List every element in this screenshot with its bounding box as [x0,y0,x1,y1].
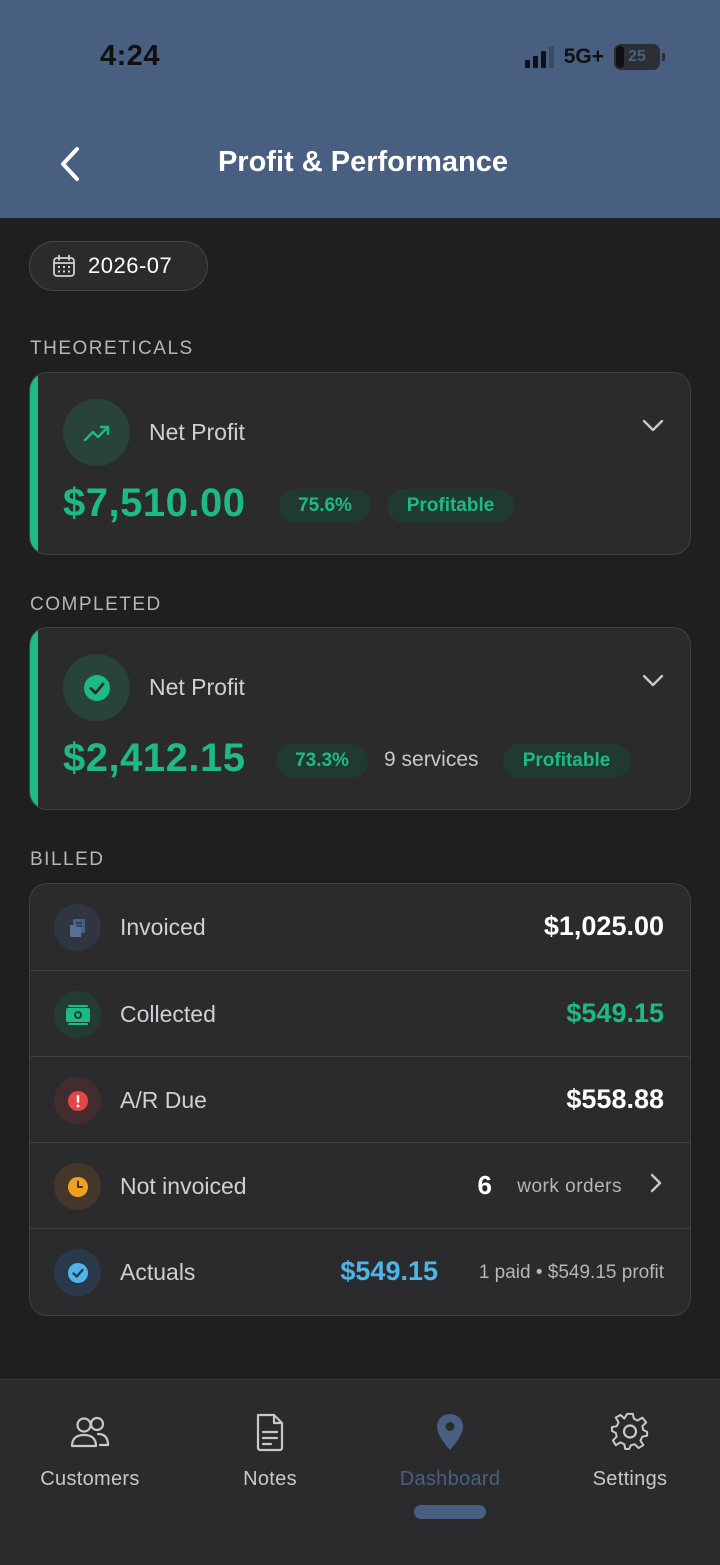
check-circle-icon [63,654,130,721]
battery-level: 25 [628,48,646,65]
not-invoiced-row[interactable]: Not invoiced 6 work orders [30,1142,690,1229]
status-badge: Profitable [387,489,514,523]
check-badge-icon [54,1249,101,1296]
signal-icon [524,46,554,68]
theoreticals-section-label: THEORETICALS [30,338,194,359]
home-indicator [414,1505,486,1519]
chevron-down-icon[interactable] [642,674,664,688]
card-accent-bar [30,373,38,554]
margin-badge: 73.3% [276,744,368,778]
trending-up-icon [63,399,130,466]
work-orders-count: 6 [477,1170,492,1200]
tab-settings[interactable]: Settings [540,1412,720,1491]
actuals-summary: 1 paid • $549.15 profit [478,1262,664,1283]
card-accent-bar [30,628,38,809]
tab-notes[interactable]: Notes [180,1412,360,1491]
app-header: 4:24 5G+ 25 Profit & Performance [0,0,720,218]
cash-icon [54,991,101,1038]
clock-icon [54,1163,101,1210]
collected-value: $549.15 [566,998,664,1028]
ar-due-row: A/R Due $558.88 [30,1056,690,1143]
completed-net-profit-card[interactable]: Net Profit $2,412.15 73.3% 9 services Pr… [29,627,691,810]
invoiced-value: $1,025.00 [543,911,664,941]
ar-due-label: A/R Due [120,1087,207,1113]
location-pin-icon [437,1414,463,1450]
collected-row: Collected $549.15 [30,970,690,1057]
actuals-row: Actuals $549.15 1 paid • $549.15 profit [30,1228,690,1315]
net-profit-amount: $7,510.00 [63,481,246,525]
not-invoiced-label: Not invoiced [120,1173,247,1199]
chevron-down-icon[interactable] [642,419,664,433]
invoiced-row: Invoiced $1,025.00 [30,884,690,971]
tab-dashboard[interactable]: Dashboard [360,1412,540,1491]
page-title: Profit & Performance [217,146,509,178]
status-time: 4:24 [100,40,161,72]
tab-customers[interactable]: Customers [0,1412,180,1491]
bottom-tab-bar: Customers Notes Dashboard Settings [0,1379,720,1565]
gear-icon [610,1412,649,1450]
billed-section-label: BILLED [30,849,105,870]
date-filter-button[interactable]: 2026-07 [29,241,208,291]
collected-label: Collected [120,1001,216,1027]
status-badge: Profitable [503,744,630,778]
document-icon [256,1413,284,1452]
services-count: 9 services [384,748,479,771]
invoice-icon [54,904,101,951]
invoiced-label: Invoiced [120,914,206,940]
alert-icon [54,1077,101,1124]
work-orders-unit: work orders [517,1176,622,1197]
actuals-value: $549.15 [340,1256,438,1286]
card-title: Net Profit [149,674,245,700]
chevron-right-icon [650,1173,662,1193]
theoreticals-net-profit-card[interactable]: Net Profit $7,510.00 75.6% Profitable [29,372,691,555]
users-icon [70,1416,110,1448]
card-title: Net Profit [149,419,245,445]
completed-section-label: COMPLETED [30,594,162,615]
ar-due-value: $558.88 [566,1084,664,1114]
calendar-icon [53,254,75,277]
network-label: 5G+ [563,45,604,68]
battery-icon: 25 [614,44,665,70]
actuals-label: Actuals [120,1259,196,1285]
tab-label: Dashboard [399,1468,501,1490]
net-profit-amount: $2,412.15 [63,736,246,780]
billed-card: Invoiced $1,025.00 Collected $549.15 A/R… [29,883,691,1316]
date-filter-label: 2026-07 [88,253,173,278]
margin-badge: 75.6% [279,489,371,523]
status-indicators: 5G+ 25 [524,44,665,70]
tab-label: Notes [243,1468,297,1490]
tab-label: Settings [592,1468,668,1490]
tab-label: Customers [40,1468,140,1490]
